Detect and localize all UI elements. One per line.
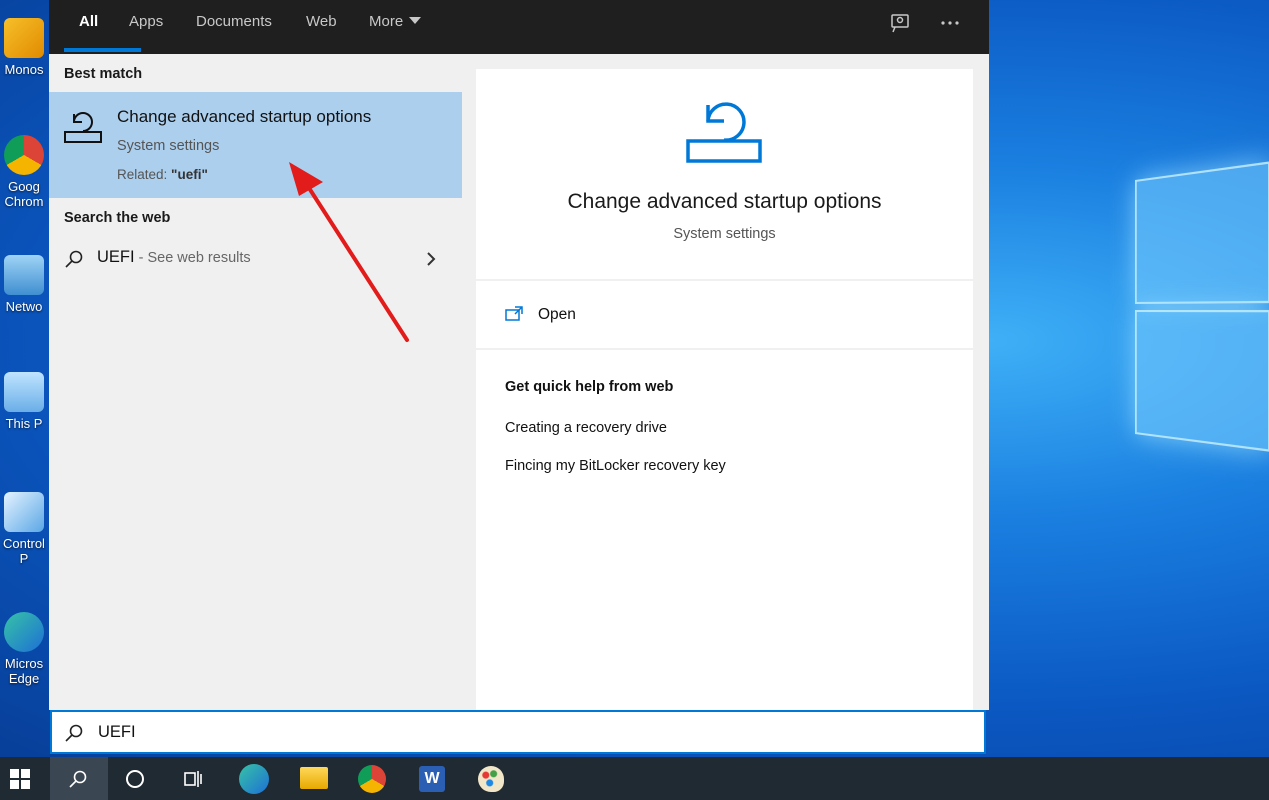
folder-icon — [300, 767, 328, 789]
chrome-icon — [358, 765, 386, 793]
desktop-icon-network[interactable]: Netwo — [0, 255, 48, 314]
search-panel: All Apps Documents Web More Best match C… — [49, 0, 989, 710]
more-options-icon[interactable] — [939, 12, 961, 34]
taskbar-search-button[interactable] — [50, 757, 108, 800]
open-action[interactable]: Open — [476, 297, 973, 333]
startup-recovery-icon — [63, 108, 103, 149]
feedback-icon[interactable] — [889, 12, 911, 34]
best-match-related: Related: "uefi" — [117, 167, 208, 182]
windows-start-icon — [10, 769, 30, 789]
open-label: Open — [538, 306, 576, 324]
edge-icon — [4, 612, 44, 652]
taskbar-word[interactable]: W — [402, 757, 460, 800]
desktop-icon-control-panel[interactable]: Control P — [0, 492, 48, 566]
edge-icon — [239, 764, 269, 794]
quick-help-heading: Get quick help from web — [505, 379, 673, 395]
preview-title: Change advanced startup options — [476, 190, 973, 214]
cortana-button[interactable] — [108, 757, 166, 800]
search-input[interactable]: UEFI — [98, 723, 136, 742]
task-view-icon — [182, 769, 204, 789]
web-hint: - See web results — [135, 250, 251, 266]
chevron-down-icon — [409, 17, 421, 24]
related-term: "uefi" — [171, 167, 208, 182]
help-link-recovery-drive[interactable]: Creating a recovery drive — [505, 420, 667, 436]
desktop-icon-this-pc[interactable]: This P — [0, 372, 48, 431]
search-icon — [64, 723, 84, 748]
tab-more[interactable]: More — [369, 0, 421, 54]
network-icon — [4, 255, 44, 295]
web-query: UEFI — [97, 248, 135, 266]
windows-logo-wallpaper — [1135, 98, 1269, 521]
best-match-title: Change advanced startup options — [117, 107, 371, 127]
divider — [476, 279, 973, 281]
taskbar: W — [0, 757, 1269, 800]
taskbar-chrome[interactable] — [343, 757, 401, 800]
desktop-icon-monos[interactable]: Monos — [0, 18, 48, 77]
search-tabs-bar: All Apps Documents Web More — [49, 0, 989, 54]
desktop-icon-chrome[interactable]: Goog Chrom — [0, 135, 48, 209]
search-icon — [64, 249, 84, 274]
web-result-text: UEFI - See web results — [97, 248, 251, 267]
desktop-icon-edge[interactable]: Micros Edge — [0, 612, 48, 686]
taskbar-paint[interactable] — [461, 757, 519, 800]
computer-icon — [4, 372, 44, 412]
tab-more-label: More — [369, 13, 403, 30]
red-arrow-annotation — [277, 158, 417, 353]
preview-subtitle: System settings — [476, 226, 973, 242]
tab-apps[interactable]: Apps — [129, 0, 163, 54]
tab-documents[interactable]: Documents — [196, 0, 272, 54]
best-match-label: Best match — [64, 66, 142, 82]
related-prefix: Related: — [117, 167, 171, 182]
chrome-icon — [4, 135, 44, 175]
taskbar-file-explorer[interactable] — [284, 757, 342, 800]
help-link-bitlocker-key[interactable]: Fincing my BitLocker recovery key — [505, 458, 726, 474]
chevron-right-icon[interactable] — [424, 250, 438, 273]
search-box[interactable]: UEFI — [50, 710, 986, 754]
taskbar-edge[interactable] — [225, 757, 283, 800]
best-match-subtitle: System settings — [117, 138, 219, 154]
preview-pane: Change advanced startup options System s… — [476, 69, 973, 710]
control-panel-icon — [4, 492, 44, 532]
tab-web[interactable]: Web — [306, 0, 337, 54]
word-icon: W — [419, 766, 445, 792]
tab-all[interactable]: All — [79, 0, 98, 54]
divider — [476, 348, 973, 350]
search-icon — [68, 769, 88, 789]
cortana-circle-icon — [125, 769, 145, 789]
paint-palette-icon — [478, 766, 504, 792]
lightning-app-icon — [4, 18, 44, 58]
startup-recovery-large-icon — [684, 95, 764, 170]
search-web-label: Search the web — [64, 210, 170, 226]
task-view-button[interactable] — [166, 757, 224, 800]
open-icon — [504, 305, 524, 328]
